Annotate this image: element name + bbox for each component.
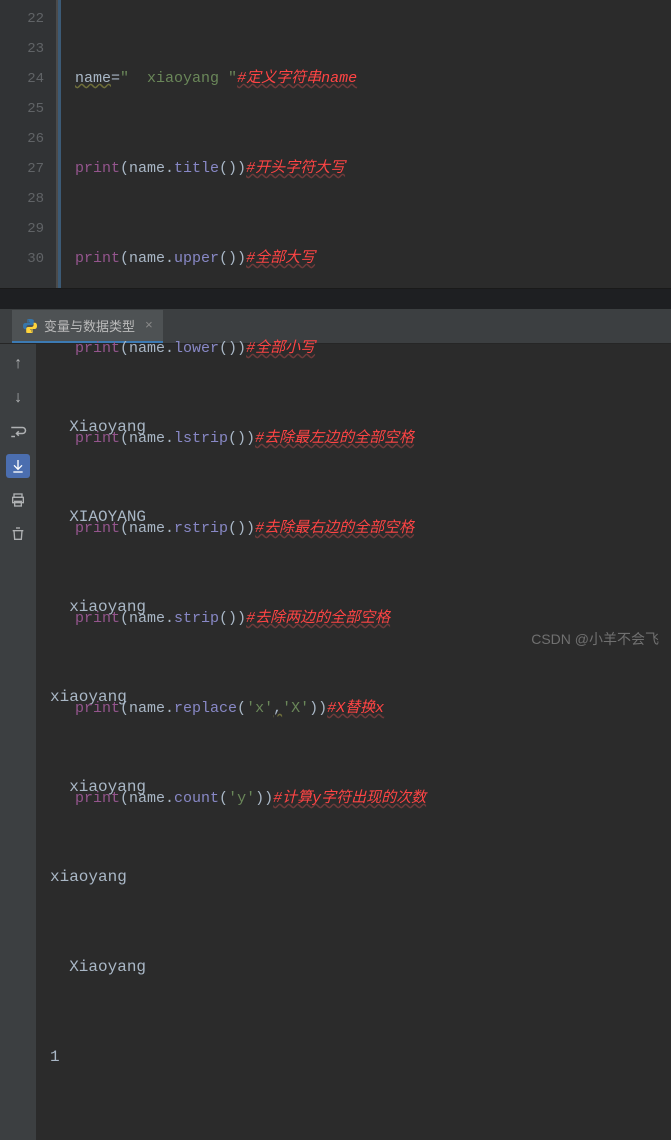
- watermark: CSDN @小羊不会飞: [531, 629, 659, 649]
- line-number: 23: [16, 34, 44, 64]
- line-number: 24: [16, 64, 44, 94]
- code-line: print(name.rstrip())#去除最右边的全部空格: [75, 514, 671, 544]
- output-line: Xiaoyang: [50, 952, 671, 982]
- line-number: 28: [16, 184, 44, 214]
- down-arrow-icon[interactable]: ↓: [6, 386, 30, 410]
- line-number: 30: [16, 244, 44, 274]
- print-icon[interactable]: [6, 488, 30, 512]
- code-line: print(name.count('y'))#计算y字符出现的次数: [75, 784, 671, 814]
- code-line: print(name.lower())#全部小写: [75, 334, 671, 364]
- trash-icon[interactable]: [6, 522, 30, 546]
- code-editor: 22 23 24 25 26 27 28 29 30 name=" xiaoya…: [0, 0, 671, 288]
- code-line: name=" xiaoyang "#定义字符串name: [75, 64, 671, 94]
- code-text[interactable]: name=" xiaoyang "#定义字符串name print(name.t…: [58, 0, 671, 288]
- line-number: 27: [16, 154, 44, 184]
- up-arrow-icon[interactable]: ↑: [6, 352, 30, 376]
- line-number: 22: [16, 4, 44, 34]
- console-toolbar: ↑ ↓: [0, 344, 36, 1140]
- line-number: 25: [16, 94, 44, 124]
- code-line: print(name.lstrip())#去除最左边的全部空格: [75, 424, 671, 454]
- line-number-gutter: 22 23 24 25 26 27 28 29 30: [0, 0, 58, 288]
- line-number: 26: [16, 124, 44, 154]
- code-line: print(name.title())#开头字符大写: [75, 154, 671, 184]
- python-icon: [22, 318, 38, 334]
- soft-wrap-icon[interactable]: [6, 420, 30, 444]
- output-line: xiaoyang: [50, 862, 671, 892]
- code-line: print(name.upper())#全部大写: [75, 244, 671, 274]
- scroll-to-end-icon[interactable]: [6, 454, 30, 478]
- output-line: 1: [50, 1042, 671, 1072]
- code-line: print(name.replace('x','X'))#X替换x: [75, 694, 671, 724]
- line-number: 29: [16, 214, 44, 244]
